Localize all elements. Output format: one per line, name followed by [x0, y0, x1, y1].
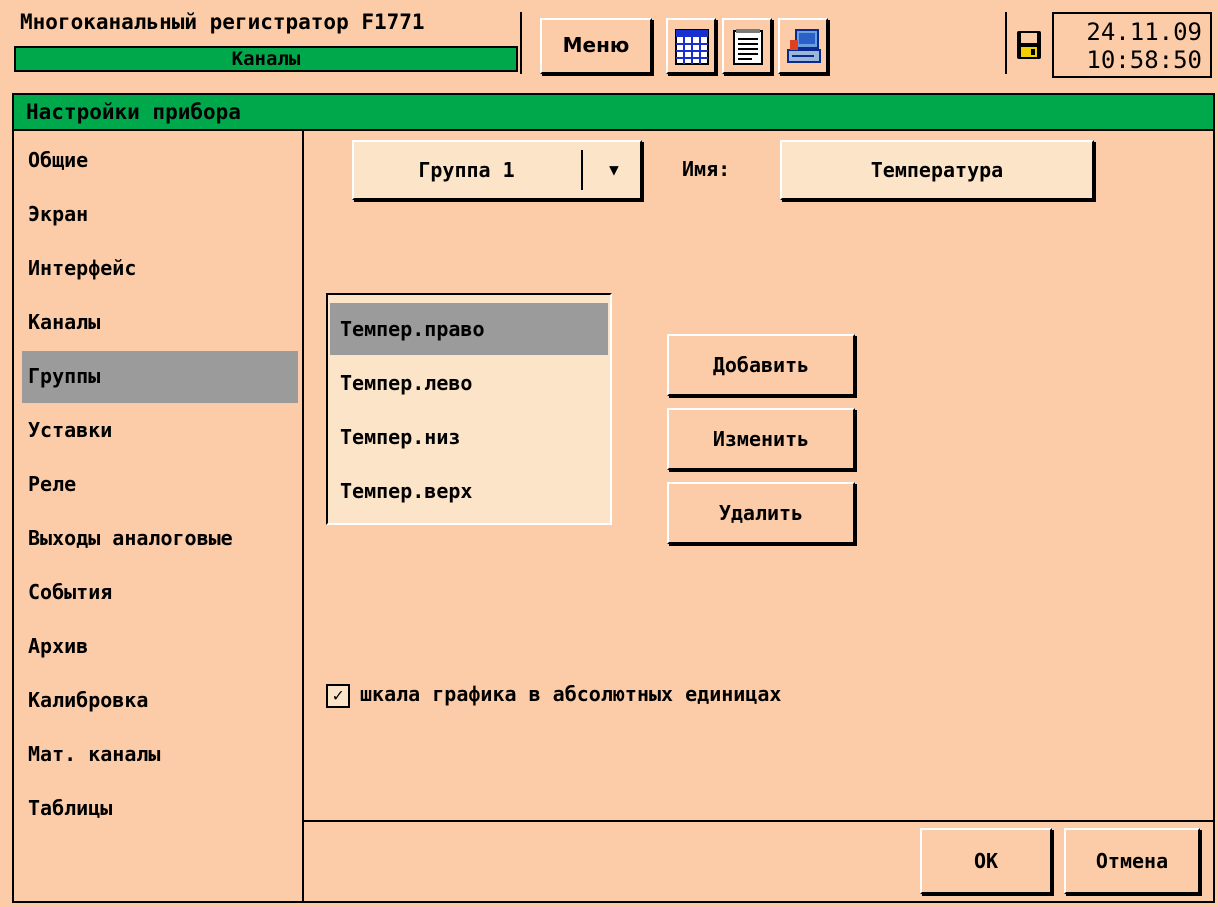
sidebar-item-analog-outputs[interactable]: Выходы аналоговые	[22, 513, 298, 565]
delete-button[interactable]: Удалить	[667, 482, 855, 544]
divider	[581, 150, 583, 190]
table-icon	[675, 29, 709, 65]
sidebar-item-groups[interactable]: Группы	[22, 351, 298, 403]
date-text: 24.11.09	[1086, 18, 1202, 46]
sidebar-item-channels[interactable]: Каналы	[22, 297, 298, 349]
dialog-title: Настройки прибора	[14, 95, 1213, 131]
sidebar-item-screen[interactable]: Экран	[22, 189, 298, 241]
divider	[304, 820, 1213, 822]
computer-button[interactable]	[778, 18, 828, 74]
absolute-scale-checkbox[interactable]: ✓	[326, 684, 350, 708]
time-text: 10:58:50	[1086, 46, 1202, 74]
group-dropdown[interactable]: Группа 1 ▼	[352, 140, 642, 200]
datetime-display: 24.11.09 10:58:50	[1052, 12, 1212, 78]
sidebar-item-general[interactable]: Общие	[22, 135, 298, 187]
sidebar-item-archive[interactable]: Архив	[22, 621, 298, 673]
save-disk-icon	[1017, 31, 1041, 59]
settings-dialog: Настройки прибора Общие Экран Интерфейс …	[12, 93, 1215, 903]
sidebar-item-math-channels[interactable]: Мат. каналы	[22, 729, 298, 781]
settings-sidebar: Общие Экран Интерфейс Каналы Группы Уста…	[14, 131, 304, 901]
mode-indicator: Каналы	[14, 46, 518, 72]
list-item[interactable]: Темпер.лево	[330, 357, 608, 409]
divider	[1005, 12, 1007, 74]
channel-list[interactable]: Темпер.право Темпер.лево Темпер.низ Темп…	[326, 293, 612, 525]
top-bar: Многоканальный регистратор F1771 Каналы …	[0, 0, 1218, 86]
name-label: Имя:	[682, 157, 731, 181]
cancel-button[interactable]: Отмена	[1064, 828, 1200, 894]
sidebar-item-setpoints[interactable]: Уставки	[22, 405, 298, 457]
sidebar-item-tables[interactable]: Таблицы	[22, 783, 298, 835]
list-item[interactable]: Темпер.право	[330, 303, 608, 355]
list-item[interactable]: Темпер.верх	[330, 465, 608, 517]
sidebar-item-interface[interactable]: Интерфейс	[22, 243, 298, 295]
sidebar-item-calibration[interactable]: Калибровка	[22, 675, 298, 727]
group-name-field[interactable]: Температура	[780, 140, 1094, 200]
notepad-icon	[733, 29, 763, 65]
sidebar-item-events[interactable]: События	[22, 567, 298, 619]
dropdown-arrow-icon[interactable]: ▼	[592, 142, 636, 198]
edit-button[interactable]: Изменить	[667, 408, 855, 470]
ok-button[interactable]: OK	[920, 828, 1052, 894]
computer-icon	[787, 29, 821, 63]
list-item[interactable]: Темпер.низ	[330, 411, 608, 463]
add-button[interactable]: Добавить	[667, 334, 855, 396]
absolute-scale-label: шкала графика в абсолютных единицах	[360, 682, 782, 706]
notepad-button[interactable]	[722, 18, 772, 74]
divider	[520, 12, 522, 74]
app-title: Многоканальный регистратор F1771	[20, 10, 425, 34]
table-button[interactable]	[666, 18, 716, 74]
menu-button[interactable]: Меню	[540, 18, 652, 74]
sidebar-item-relays[interactable]: Реле	[22, 459, 298, 511]
group-dropdown-value: Группа 1	[418, 158, 515, 182]
